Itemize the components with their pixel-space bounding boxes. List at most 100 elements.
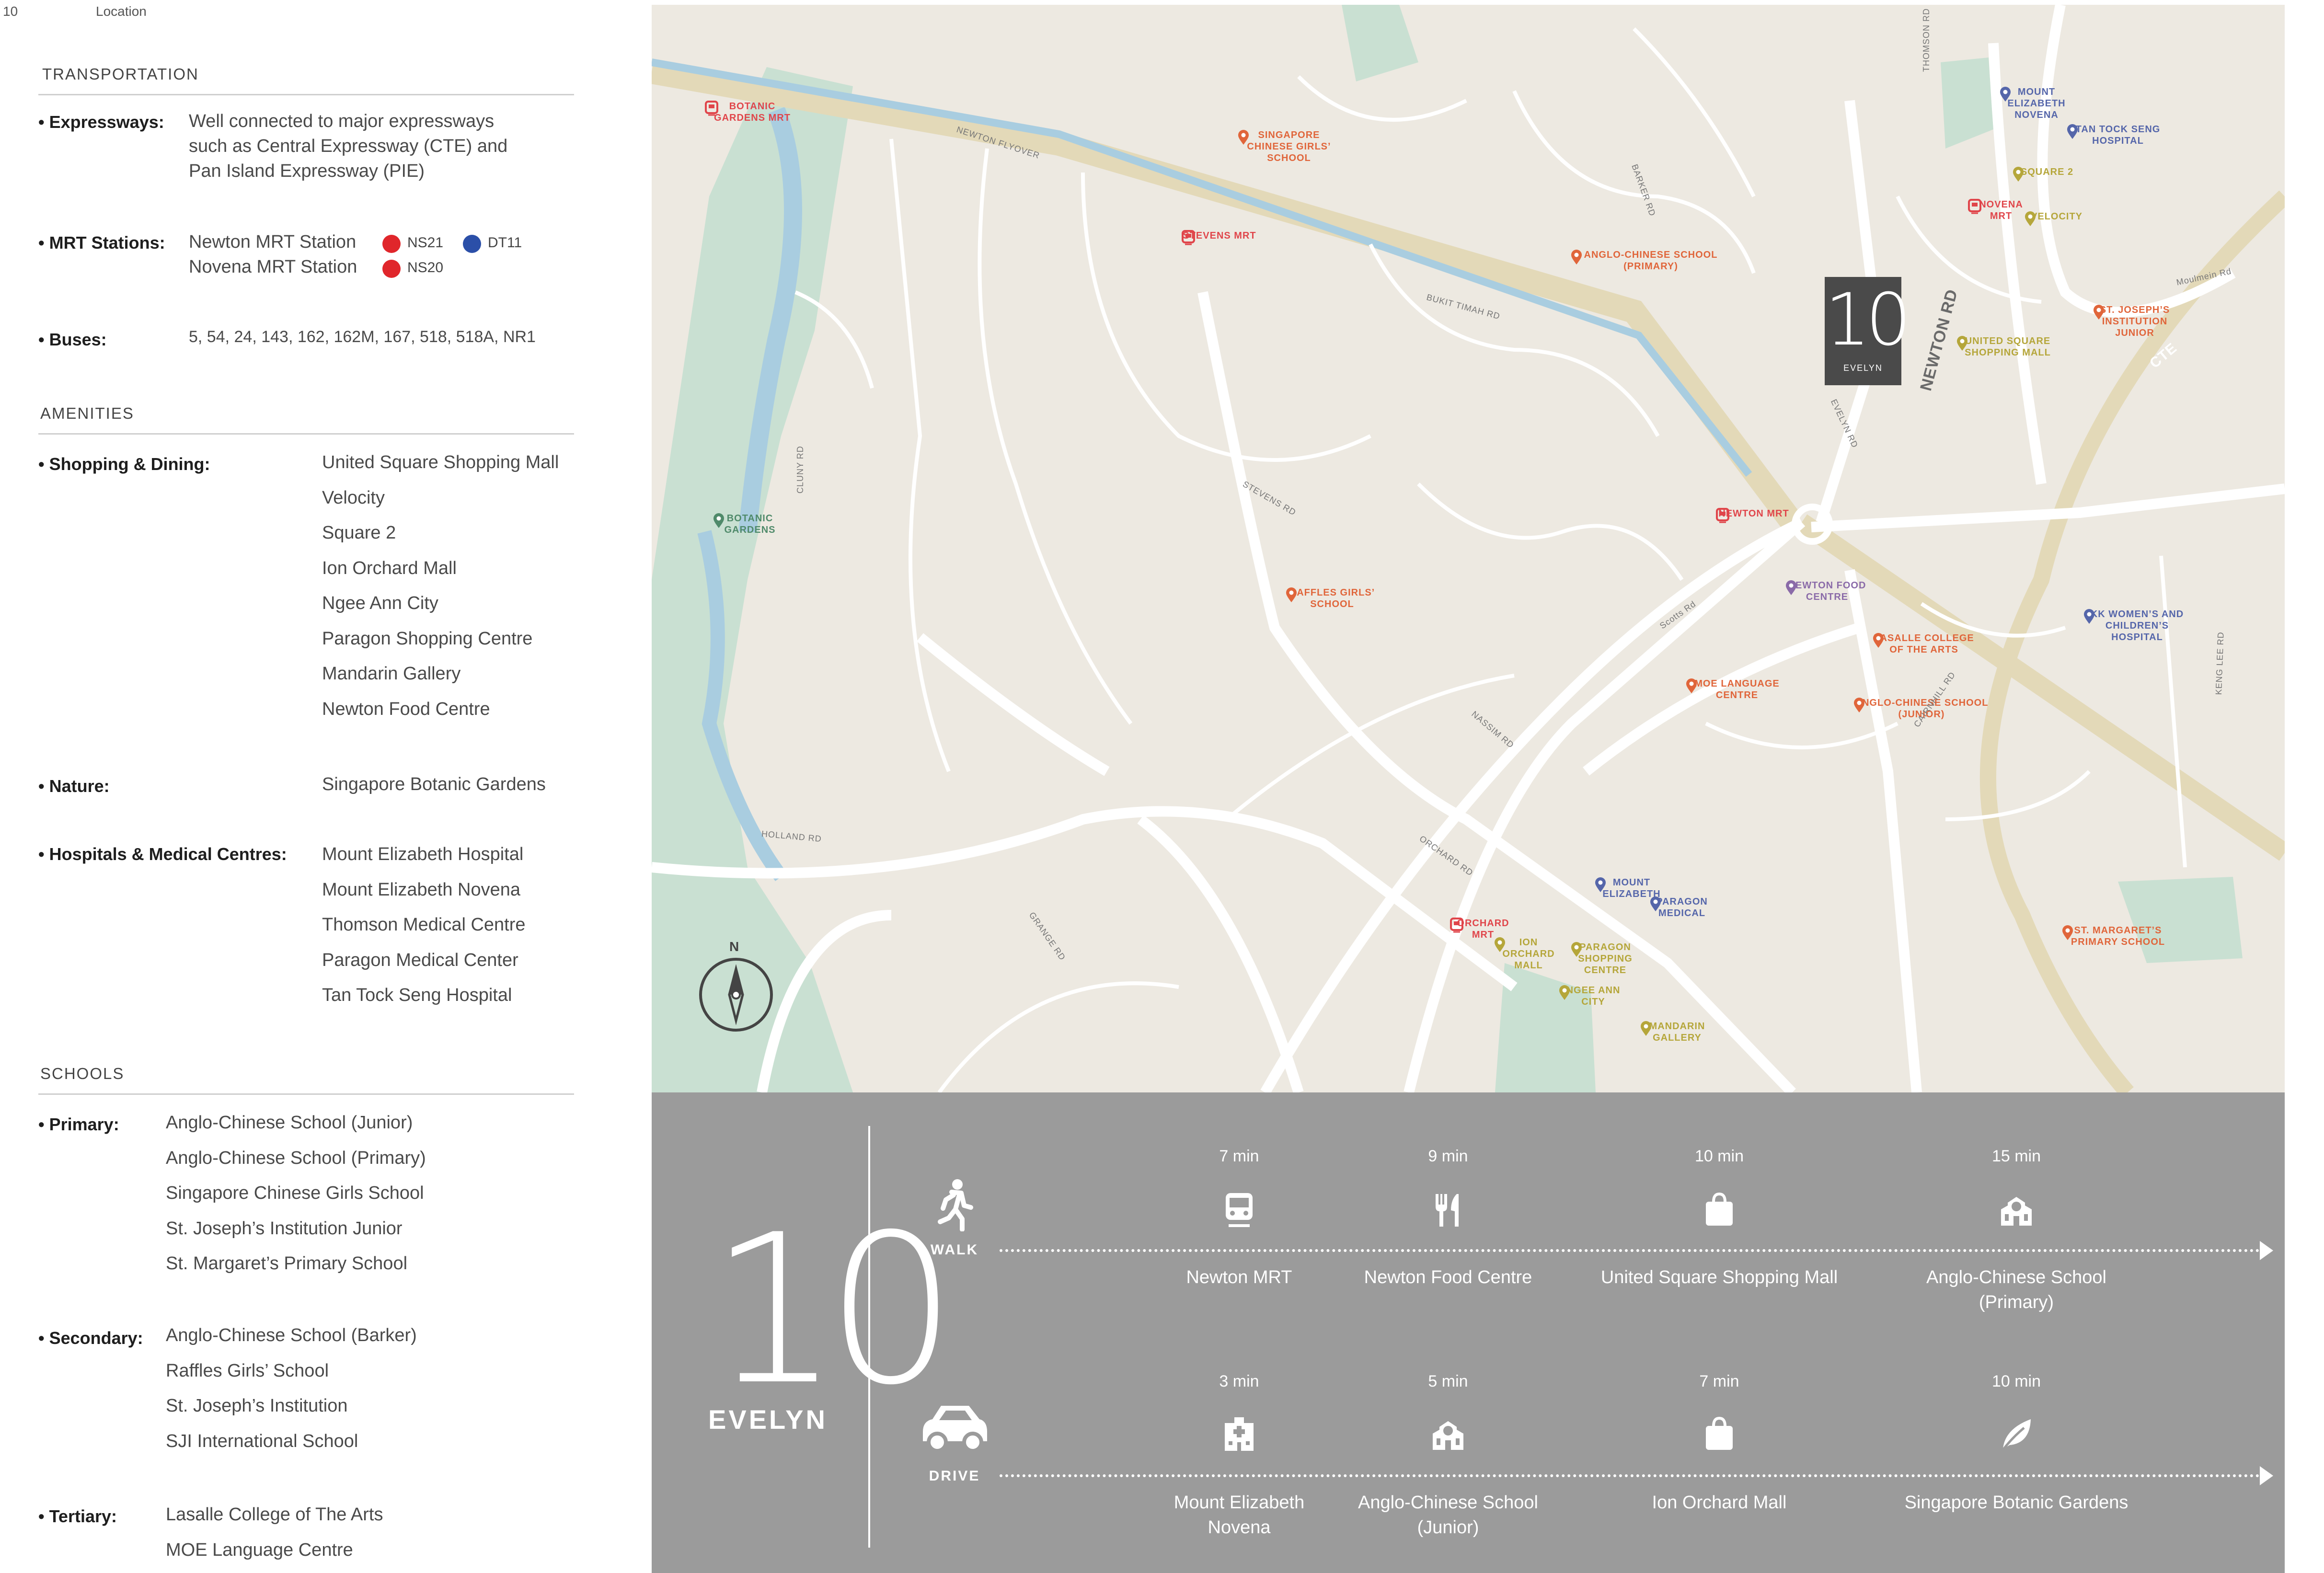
destination-name: United Square Shopping Mall [1600, 1267, 1838, 1287]
shopping-item: Paragon Shopping Centre [322, 628, 533, 649]
expressways-line: Pan Island Expressway (PIE) [189, 161, 425, 181]
nature-item: Singapore Botanic Gardens [322, 774, 546, 794]
map-poi-label: ANGLO-CHINESE SCHOOL (PRIMARY) [1584, 250, 1718, 272]
destination-name: Anglo-Chinese School [1926, 1267, 2106, 1287]
primary-school-item: Singapore Chinese Girls School [166, 1183, 424, 1203]
expressways-label: • Expressways: [38, 112, 164, 132]
destination-name: (Primary) [1979, 1292, 2054, 1312]
map-poi[interactable]: PARAGON SHOPPING CENTRE [1569, 942, 1641, 976]
secondary-label: • Secondary: [38, 1328, 143, 1348]
leaf-icon [2002, 1419, 2031, 1451]
hospital-item: Mount Elizabeth Novena [322, 879, 521, 900]
map-poi[interactable]: SQUARE 2 [2011, 166, 2083, 182]
train-icon [1226, 1193, 1253, 1227]
location-map[interactable]: 10 EVELYN BOTANIC GARDENS MRT SINGAPORE C… [652, 5, 2285, 1092]
panel-divider [868, 1126, 870, 1548]
shopping-item: Ngee Ann City [322, 593, 438, 613]
destination-name: Ion Orchard Mall [1652, 1493, 1787, 1513]
mrt-code: DT11 [488, 235, 522, 251]
green-patch [1941, 57, 1993, 149]
info-column: TRANSPORTATION • Expressways: Well conne… [0, 0, 637, 1573]
map-pin-icon [1854, 698, 1864, 712]
map-poi-label: MOE LANGUAGE CENTRE [1694, 678, 1780, 700]
map-pin-icon [2094, 305, 2104, 320]
compass-icon [699, 958, 773, 1032]
primary-label: • Primary: [38, 1114, 119, 1134]
map-poi[interactable]: NEWTON MRT [1715, 508, 1792, 523]
map-poi[interactable]: NGEE ANN CITY [1557, 985, 1629, 1008]
road-label: CLUNY RD [795, 446, 805, 494]
map-poi[interactable]: LASALLE COLLEGE OF THE ARTS [1871, 632, 1977, 655]
walk-label: WALK [930, 1242, 979, 1258]
map-pin-icon [1686, 678, 1697, 693]
travel-time: 9 min [1428, 1147, 1468, 1165]
mrt-label: • MRT Stations: [38, 233, 165, 253]
drive-timeline [1000, 1474, 2260, 1477]
map-pin-icon [1238, 130, 1249, 145]
shopping-item: United Square Shopping Mall [322, 452, 559, 472]
primary-school-item: St. Margaret’s Primary School [166, 1253, 408, 1274]
map-poi-label: TAN TOCK SENG HOSPITAL [2075, 124, 2161, 146]
map-poi[interactable]: KK WOMEN’S AND CHILDREN’S HOSPITAL [2082, 609, 2192, 643]
map-poi[interactable]: STEVENS MRT [1181, 230, 1258, 245]
compass: N [698, 939, 774, 1035]
evelyn-site-marker[interactable]: 10 EVELYN [1825, 277, 1911, 385]
mrt-code: NS20 [407, 260, 444, 276]
destination-name: Anglo-Chinese School [1358, 1493, 1538, 1513]
map-poi[interactable]: ST. MARGARET’S PRIMARY SCHOOL [2060, 925, 2175, 948]
train-icon [1450, 918, 1463, 933]
map-pin-icon [2013, 167, 2024, 182]
primary-school-item: Anglo-Chinese School (Junior) [166, 1113, 413, 1133]
map-poi[interactable]: ANGLO-CHINESE SCHOOL (PRIMARY) [1569, 249, 1732, 272]
divider [38, 94, 574, 95]
shopping-item: Mandarin Gallery [322, 664, 461, 684]
travel-time-panel: 10 EVELYN WALK 7 min Newton MRT 9 min Newto… [652, 1092, 2285, 1573]
map-pin-icon [2084, 609, 2094, 624]
train-icon [1716, 508, 1729, 523]
travel-time: 15 min [1991, 1147, 2041, 1165]
map-poi-label: UNITED SQUARE SHOPPING MALL [1965, 336, 2051, 358]
shopping-item: Ion Orchard Mall [322, 558, 457, 578]
mrt-line-dot [382, 260, 401, 278]
map-pin-icon [1571, 250, 1582, 264]
destination-name: (Junior) [1417, 1517, 1479, 1538]
map-pin-icon [2062, 925, 2073, 940]
map-poi[interactable]: BOTANIC GARDENS MRT [704, 101, 800, 124]
mrt-station-name: Novena MRT Station [189, 257, 357, 277]
map-poi[interactable]: RAFFLES GIRLS’ SCHOOL [1284, 587, 1380, 610]
shopping-item: Newton Food Centre [322, 699, 490, 719]
map-poi[interactable]: UNITED SQUARE SHOPPING MALL [1955, 335, 2060, 358]
map-poi[interactable]: NEWTON FOOD CENTRE [1784, 580, 1870, 603]
travel-time: 3 min [1219, 1372, 1259, 1390]
map-poi[interactable]: ION ORCHARD MALL [1493, 937, 1565, 971]
map-poi[interactable]: SINGAPORE CHINESE GIRLS’ SCHOOL [1236, 129, 1342, 164]
site-logo-number: 10 [1825, 278, 1911, 362]
map-poi-label: KK WOMEN’S AND CHILDREN’S HOSPITAL [2090, 609, 2184, 643]
car-icon [923, 1406, 987, 1453]
map-pin-icon [2000, 87, 2011, 102]
hospital-icon [1225, 1417, 1254, 1451]
map-pin-icon [1641, 1021, 1651, 1036]
travel-time: 7 min [1699, 1372, 1739, 1390]
map-poi[interactable]: PARAGON MEDICAL [1648, 896, 1715, 919]
map-poi[interactable]: VELOCITY [2023, 211, 2090, 226]
map-poi[interactable]: MOUNT ELIZABETH NOVENA [1998, 86, 2075, 121]
map-poi[interactable]: MANDARIN GALLERY [1639, 1021, 1715, 1044]
map-poi[interactable]: BOTANIC GARDENS [712, 513, 788, 536]
shopping-label: • Shopping & Dining: [38, 454, 210, 474]
map-poi-label: ST. MARGARET’S PRIMARY SCHOOL [2071, 925, 2165, 947]
expressways-line: Well connected to major expressways [189, 111, 495, 131]
tertiary-school-item: MOE Language Centre [166, 1539, 353, 1560]
compass-north-label: N [729, 939, 739, 954]
map-pin-icon [2025, 211, 2036, 226]
map-poi-label: SINGAPORE CHINESE GIRLS’ SCHOOL [1247, 130, 1331, 163]
mrt-line-dot [463, 235, 481, 253]
map-poi[interactable]: MOE LANGUAGE CENTRE [1684, 678, 1790, 701]
map-poi[interactable]: ST. JOSEPH’S INSTITUTION JUNIOR [2092, 304, 2178, 339]
walk-timeline-arrow [2260, 1241, 2273, 1260]
nature-label: • Nature: [38, 776, 110, 796]
map-poi[interactable]: TAN TOCK SENG HOSPITAL [2065, 124, 2171, 147]
train-icon [1968, 199, 1981, 214]
map-pin-icon [1873, 633, 1884, 648]
train-icon [1182, 230, 1195, 245]
